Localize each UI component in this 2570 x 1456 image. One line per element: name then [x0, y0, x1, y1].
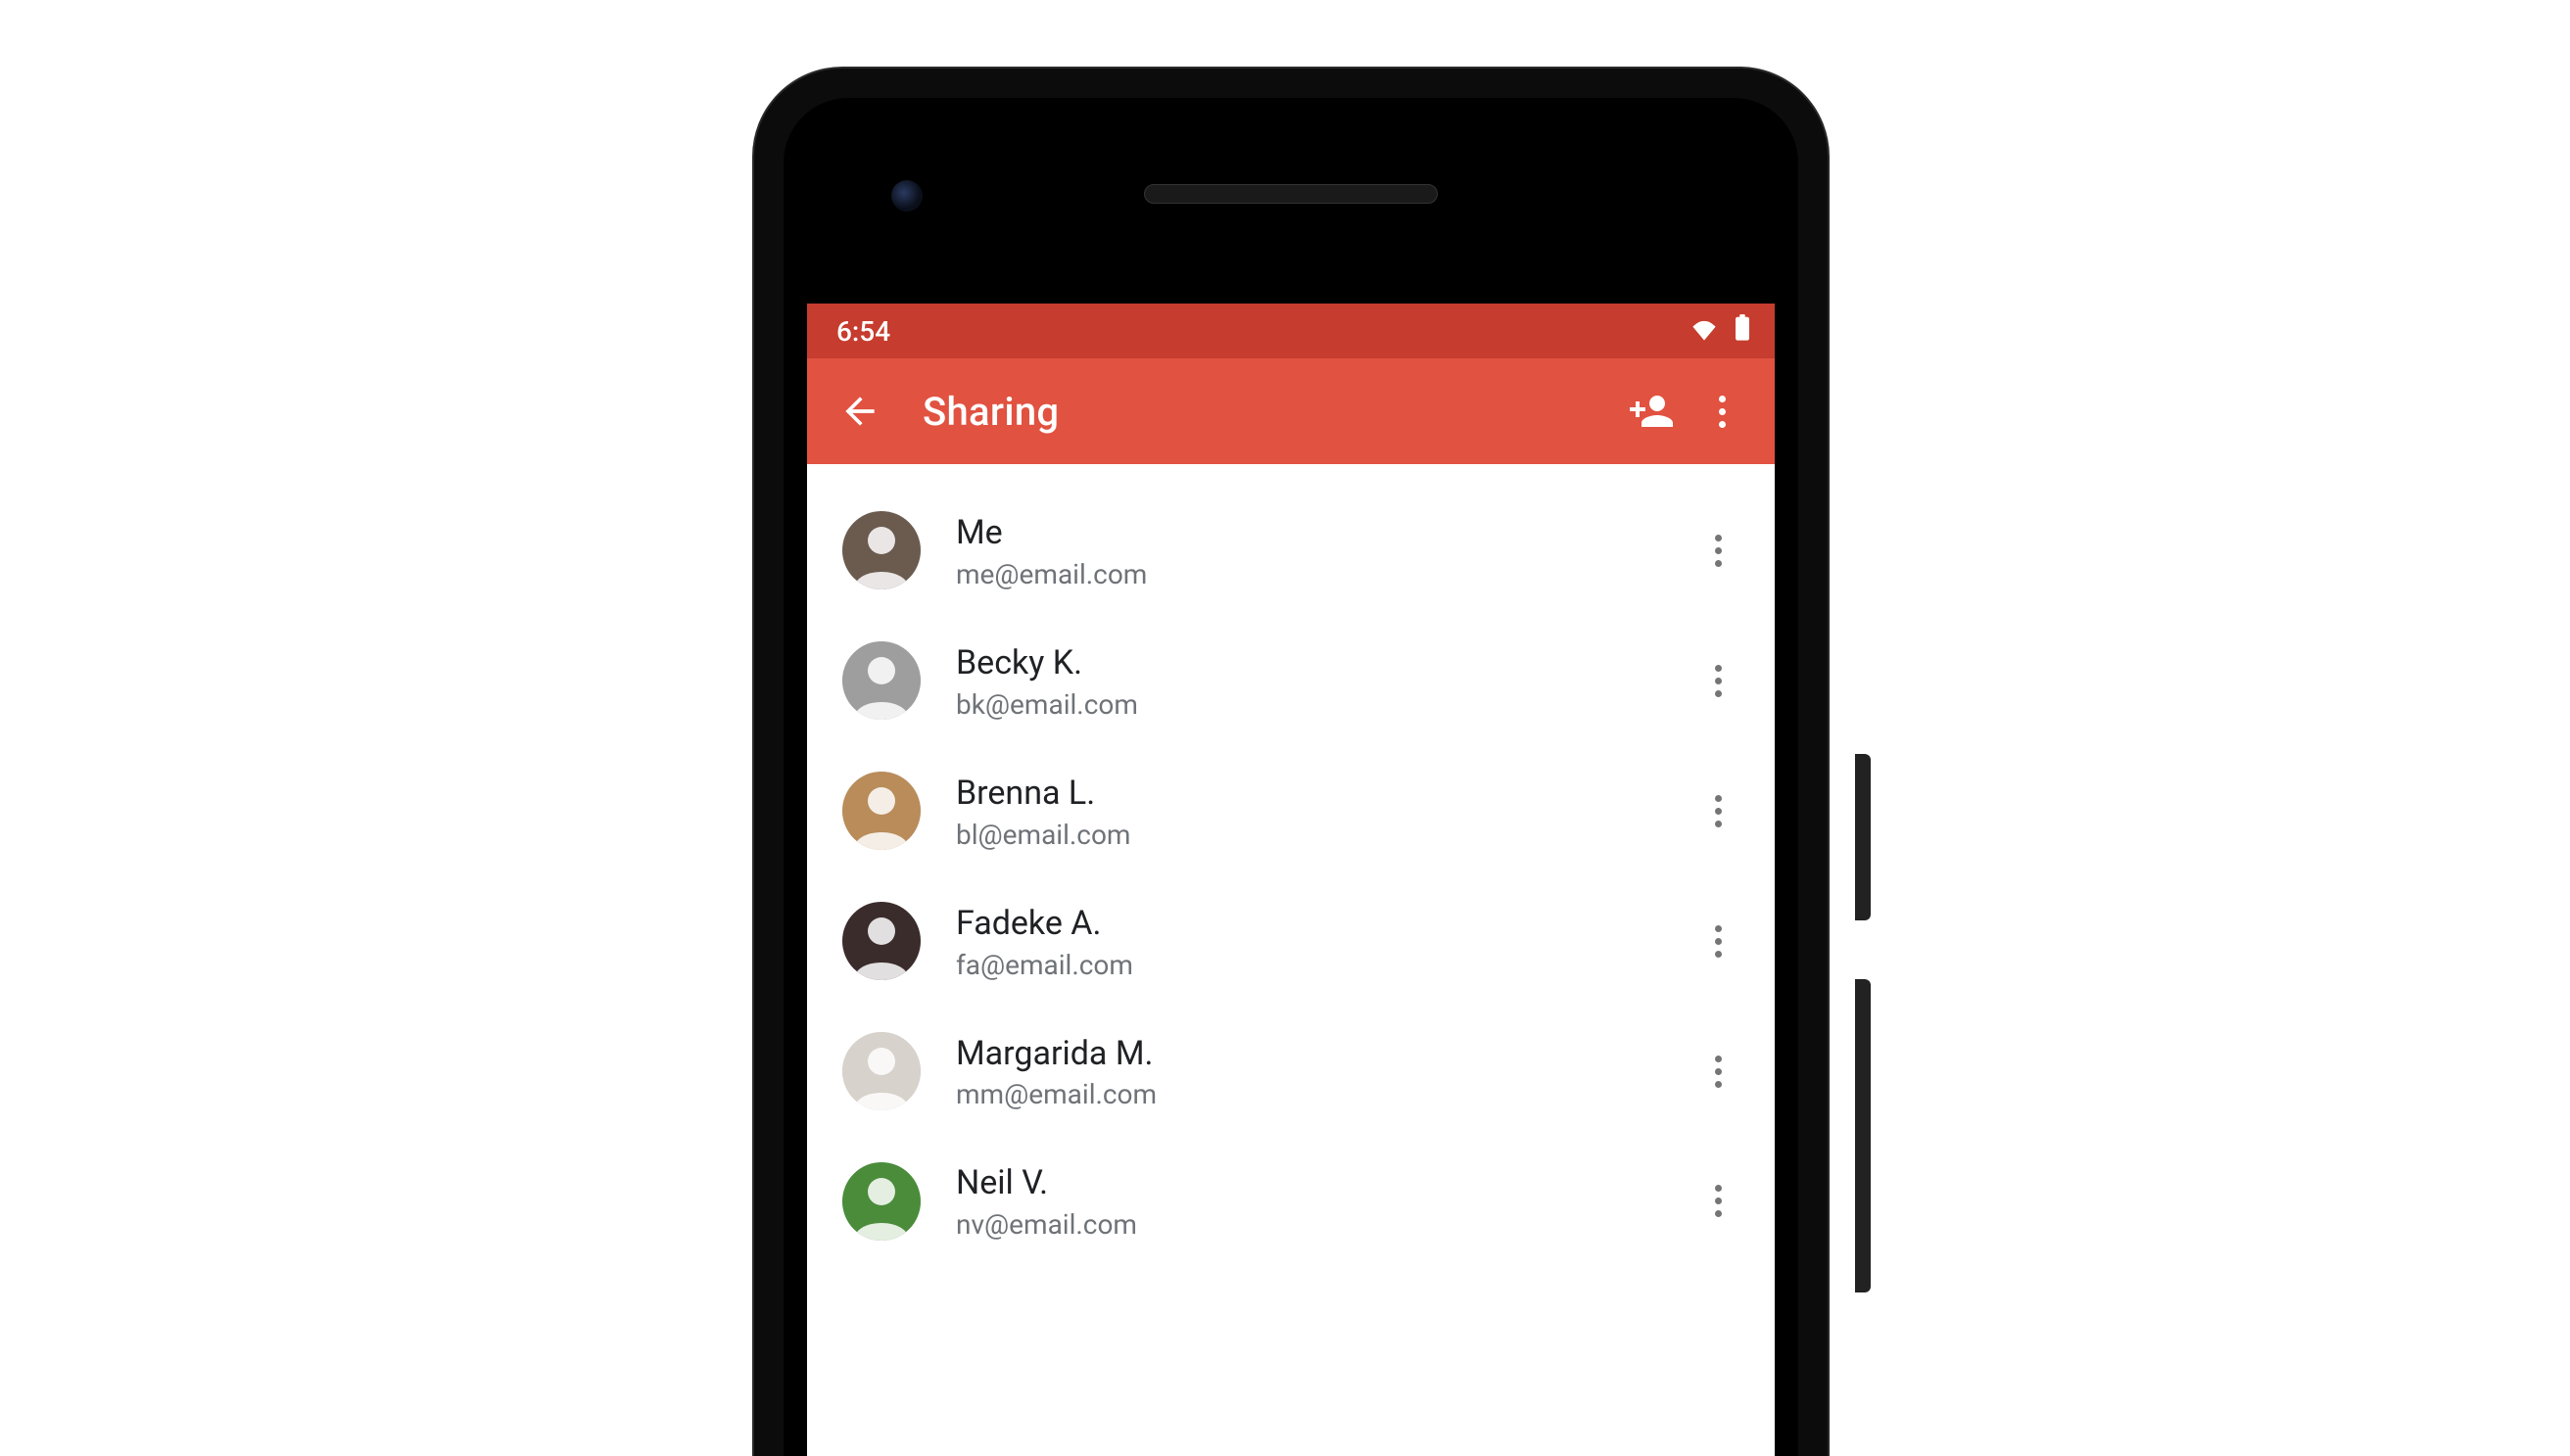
contact-list: Me me@email.com Becky K. bk@email.com Br… [807, 464, 1775, 1288]
contact-name: Fadeke A. [956, 902, 1689, 947]
status-bar: 6:54 [807, 304, 1775, 358]
contact-text: Becky K. bk@email.com [956, 641, 1689, 721]
contact-text: Margarida M. mm@email.com [956, 1032, 1689, 1111]
more-vert-icon [1715, 535, 1722, 567]
avatar [842, 511, 921, 589]
add-person-button[interactable] [1616, 376, 1687, 446]
contact-name: Brenna L. [956, 772, 1689, 817]
contact-menu-button[interactable] [1689, 651, 1747, 710]
app-bar: Sharing [807, 358, 1775, 464]
status-time: 6:54 [836, 315, 890, 348]
contact-row[interactable]: Fadeke A. fa@email.com [807, 876, 1775, 1007]
contact-text: Neil V. nv@email.com [956, 1161, 1689, 1241]
more-vert-icon [1715, 1185, 1722, 1217]
more-vert-icon [1715, 795, 1722, 827]
contact-name: Margarida M. [956, 1032, 1689, 1077]
more-vert-icon [1715, 665, 1722, 697]
screen: 6:54 Sharing [807, 304, 1775, 1456]
power-button[interactable] [1855, 754, 1871, 920]
contact-row[interactable]: Becky K. bk@email.com [807, 616, 1775, 746]
status-icons [1690, 314, 1751, 349]
contact-menu-button[interactable] [1689, 912, 1747, 970]
app-bar-title: Sharing [923, 389, 1616, 435]
contact-row[interactable]: Margarida M. mm@email.com [807, 1007, 1775, 1137]
arrow-back-icon [838, 390, 881, 433]
contact-name: Becky K. [956, 641, 1689, 686]
contact-menu-button[interactable] [1689, 1042, 1747, 1101]
avatar [842, 772, 921, 850]
contact-text: Brenna L. bl@email.com [956, 772, 1689, 851]
contact-row[interactable]: Neil V. nv@email.com [807, 1136, 1775, 1266]
front-camera [891, 180, 923, 211]
back-button[interactable] [825, 376, 895, 446]
wifi-icon [1690, 315, 1718, 348]
contact-name: Neil V. [956, 1161, 1689, 1206]
contact-email: fa@email.com [956, 949, 1689, 981]
earpiece-speaker [1144, 184, 1438, 204]
more-vert-icon [1715, 1056, 1722, 1088]
contact-row[interactable]: Brenna L. bl@email.com [807, 746, 1775, 876]
contact-email: mm@email.com [956, 1078, 1689, 1110]
contact-email: nv@email.com [956, 1208, 1689, 1241]
avatar [842, 641, 921, 720]
volume-button[interactable] [1855, 979, 1871, 1292]
more-vert-icon [1719, 396, 1726, 428]
avatar [842, 902, 921, 980]
overflow-menu-button[interactable] [1687, 376, 1757, 446]
contact-text: Me me@email.com [956, 511, 1689, 590]
battery-icon [1734, 314, 1751, 349]
contact-menu-button[interactable] [1689, 1172, 1747, 1231]
contact-email: bk@email.com [956, 688, 1689, 721]
avatar [842, 1032, 921, 1110]
phone-bezel: 6:54 Sharing [784, 98, 1798, 1456]
contact-menu-button[interactable] [1689, 781, 1747, 840]
contact-menu-button[interactable] [1689, 521, 1747, 580]
person-add-icon [1628, 388, 1675, 435]
phone-chassis: 6:54 Sharing [754, 69, 1828, 1456]
more-vert-icon [1715, 925, 1722, 958]
contact-email: me@email.com [956, 558, 1689, 590]
contact-text: Fadeke A. fa@email.com [956, 902, 1689, 981]
phone-top-bezel [784, 98, 1798, 304]
avatar [842, 1162, 921, 1241]
contact-name: Me [956, 511, 1689, 556]
contact-email: bl@email.com [956, 819, 1689, 851]
contact-row[interactable]: Me me@email.com [807, 486, 1775, 616]
